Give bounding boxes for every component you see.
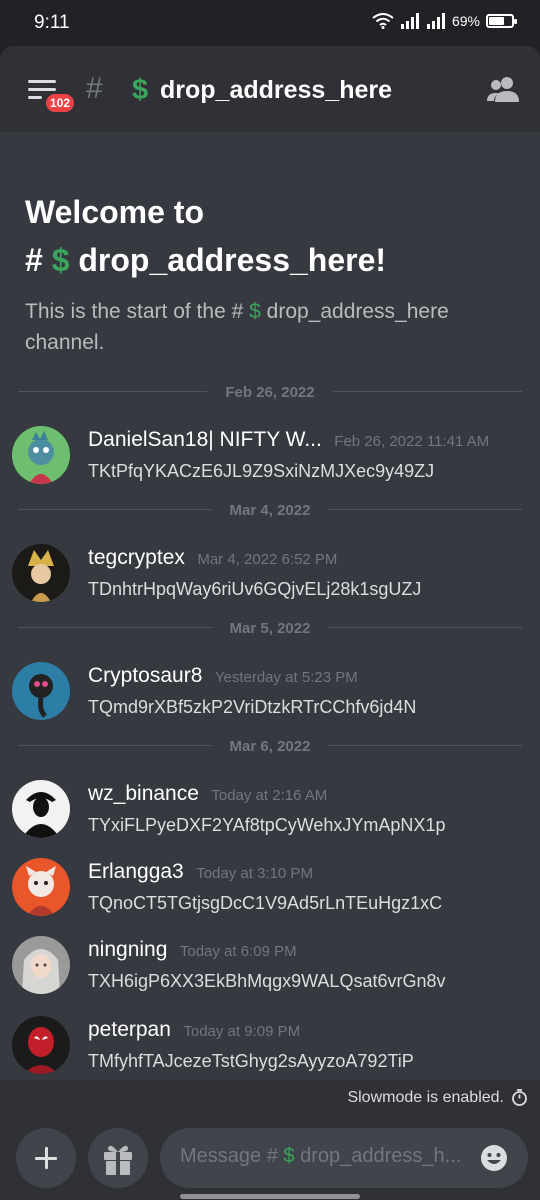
message-text[interactable]: TMfyhfTAJcezeTstGhyg2sAyyzoA792TiP	[88, 1051, 414, 1072]
message[interactable]: Erlangga3 Today at 3:10 PM TQnoCT5TGtjsg…	[12, 858, 532, 922]
placeholder-prefix: Message #	[180, 1145, 278, 1167]
menu-icon	[28, 80, 56, 83]
gift-button[interactable]	[88, 1128, 148, 1188]
channel-title[interactable]: drop_address_here	[160, 76, 392, 105]
date-divider: Mar 4, 2022	[18, 500, 522, 520]
battery-icon	[486, 14, 517, 28]
message-input-placeholder: Message # $ drop_address_h...	[180, 1145, 461, 1168]
welcome-title-line1: Welcome to	[25, 194, 204, 230]
channel-emoji: $	[132, 74, 149, 106]
message-text[interactable]: TXH6igP6XX3EkBhMqgx9WALQsat6vrGn8v	[88, 971, 446, 992]
avatar[interactable]	[12, 780, 70, 838]
message[interactable]: Cryptosaur8 Yesterday at 5:23 PM TQmd9rX…	[12, 662, 532, 726]
status-bar: 9:11 69%	[0, 0, 540, 46]
timestamp: Today at 3:10 PM	[196, 865, 313, 882]
welcome-sub-prefix: This is the start of the #	[25, 300, 244, 323]
timestamp: Today at 9:09 PM	[183, 1023, 301, 1040]
message-text[interactable]: TQnoCT5TGtjsgDcC1V9Ad5rLnTEuHgz1xC	[88, 893, 442, 914]
avatar[interactable]	[12, 936, 70, 994]
status-time: 9:11	[34, 12, 70, 33]
members-icon	[487, 77, 519, 102]
message[interactable]: DanielSan18| NIFTY W... Feb 26, 2022 11:…	[12, 426, 532, 490]
status-icons: 69%	[372, 13, 517, 29]
channel-header: 102 # $ drop_address_here	[0, 46, 540, 132]
members-button[interactable]	[486, 74, 520, 104]
menu-icon-bar	[28, 88, 56, 91]
username[interactable]: wz_binance	[88, 782, 199, 805]
username[interactable]: DanielSan18| NIFTY W...	[88, 428, 322, 451]
menu-button[interactable]: 102	[26, 74, 77, 114]
message-text[interactable]: TDnhtrHpqWay6riUv6GQjvELj28k1sgUZJ	[88, 579, 421, 600]
message-text[interactable]: TKtPfqYKACzE6JL9Z9SxiNzMJXec9y49ZJ	[88, 461, 434, 482]
username[interactable]: tegcryptex	[88, 546, 185, 569]
avatar[interactable]	[12, 544, 70, 602]
battery-fill	[489, 17, 504, 25]
username[interactable]: Cryptosaur8	[88, 664, 202, 687]
message-text[interactable]: TYxiFLPyeDXF2YAf8tpCyWehxJYmApNX1p	[88, 815, 445, 836]
message[interactable]: peterpan Today at 9:09 PM TMfyhfTAJcezeT…	[12, 1016, 532, 1080]
timestamp: Feb 26, 2022 11:41 AM	[334, 433, 490, 450]
timer-icon	[512, 1089, 527, 1106]
avatar[interactable]	[12, 858, 70, 916]
message-input[interactable]: Message # $ drop_address_h...	[160, 1128, 528, 1188]
welcome-sub-emoji: $	[249, 300, 261, 323]
username[interactable]: peterpan	[88, 1018, 171, 1041]
message-composer: Message # $ drop_address_h...	[0, 1116, 540, 1200]
date-divider: Mar 6, 2022	[18, 736, 522, 756]
date-divider: Mar 5, 2022	[18, 618, 522, 638]
avatar[interactable]	[12, 426, 70, 484]
avatar[interactable]	[12, 1016, 70, 1074]
gift-icon	[104, 1145, 132, 1175]
message[interactable]: tegcryptex Mar 4, 2022 6:52 PM TDnhtrHpq…	[12, 544, 532, 608]
slowmode-bar: Slowmode is enabled.	[0, 1080, 540, 1116]
timestamp: Today at 6:09 PM	[179, 943, 297, 960]
emoji-icon[interactable]	[480, 1144, 508, 1172]
divider-label: Mar 6, 2022	[219, 738, 321, 755]
slowmode-text: Slowmode is enabled.	[347, 1089, 504, 1106]
username[interactable]: Erlangga3	[88, 860, 184, 883]
timestamp: Today at 2:16 AM	[211, 787, 328, 804]
wifi-icon	[372, 13, 394, 29]
timestamp: Yesterday at 5:23 PM	[214, 669, 358, 686]
signal-icon	[400, 13, 419, 29]
signal-icon-2	[426, 13, 445, 29]
hash-icon: #	[86, 72, 103, 105]
placeholder-suffix: drop_address_h...	[300, 1145, 462, 1167]
message-text[interactable]: TQmd9rXBf5zkP2VriDtzkRTrCChfv6jd4N	[88, 697, 416, 718]
add-attachment-button[interactable]	[16, 1128, 76, 1188]
divider-label: Mar 4, 2022	[219, 502, 321, 519]
welcome-hash: #	[25, 242, 43, 278]
divider-label: Feb 26, 2022	[215, 384, 325, 401]
divider-label: Mar 5, 2022	[219, 620, 321, 637]
avatar[interactable]	[12, 662, 70, 720]
timestamp: Mar 4, 2022 6:52 PM	[197, 551, 338, 568]
app-window: 102 # $ drop_address_here Welcome to # $…	[0, 46, 540, 1200]
menu-icon-bar	[28, 96, 42, 99]
welcome-title-line2: # $ drop_address_here!	[25, 236, 515, 284]
home-indicator[interactable]	[180, 1194, 360, 1199]
welcome-subtitle: This is the start of the # $ drop_addres…	[25, 296, 515, 358]
welcome-channel-name: drop_address_here!	[78, 242, 387, 278]
plus-icon-vertical	[45, 1147, 48, 1169]
channel-welcome: Welcome to # $ drop_address_here! This i…	[25, 188, 515, 358]
message[interactable]: wz_binance Today at 2:16 AM TYxiFLPyeDXF…	[12, 780, 532, 844]
username[interactable]: ningning	[88, 938, 167, 961]
welcome-emoji: $	[51, 242, 70, 278]
notification-badge: 102	[44, 92, 77, 114]
date-divider: Feb 26, 2022	[18, 382, 522, 402]
battery-percent: 69%	[451, 13, 480, 29]
message[interactable]: ningning Today at 6:09 PM TXH6igP6XX3EkB…	[12, 936, 532, 1000]
placeholder-emoji: $	[283, 1145, 295, 1167]
welcome-title: Welcome to # $ drop_address_here!	[25, 188, 515, 284]
